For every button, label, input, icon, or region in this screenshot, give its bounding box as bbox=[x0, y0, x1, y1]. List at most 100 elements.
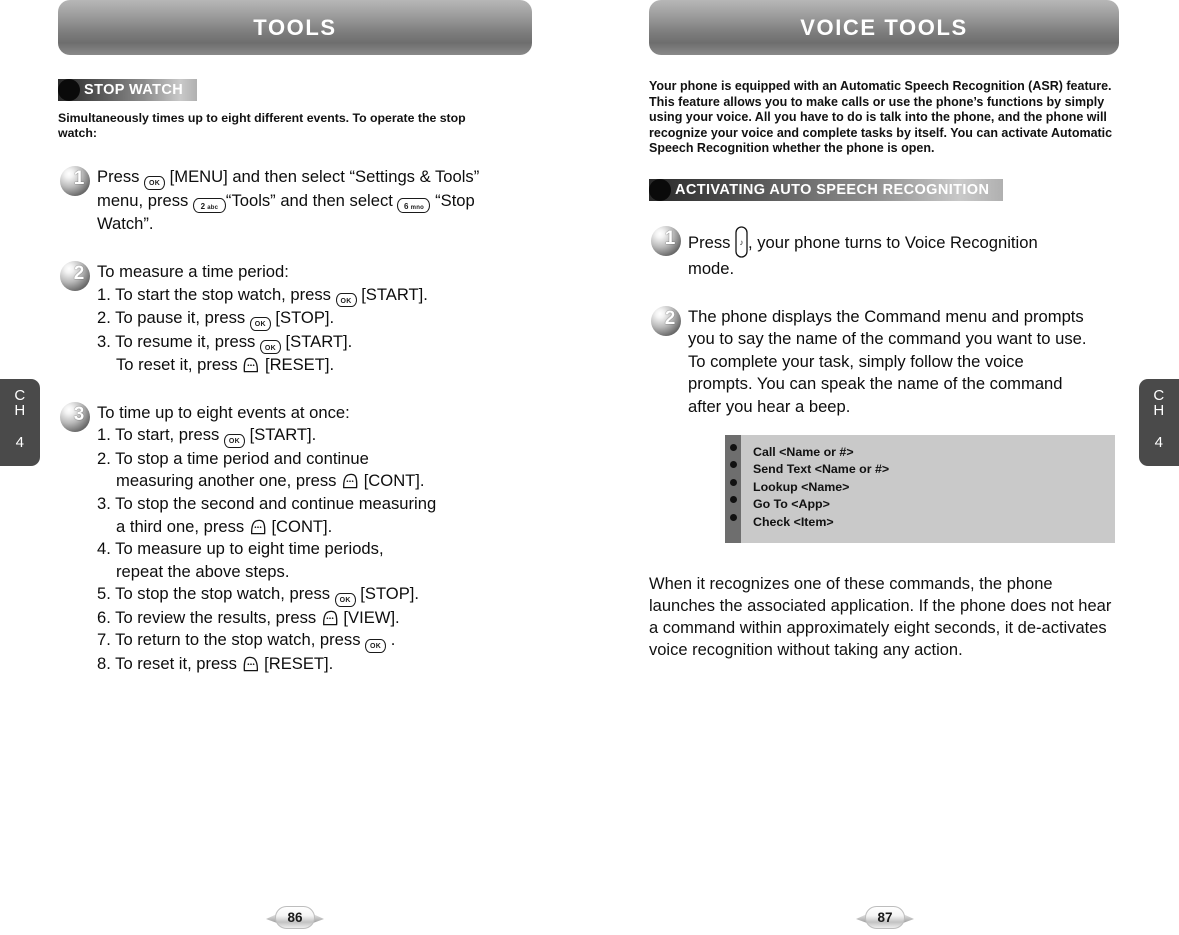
key-6-mno-icon: 6 mno bbox=[397, 198, 431, 214]
voice-step-1-badge: 1 bbox=[649, 224, 682, 257]
step-3-item-10: 7. To return to the stop watch, press OK… bbox=[97, 629, 517, 653]
bullet-dot-icon bbox=[729, 496, 737, 504]
step-3-item-7: repeat the above steps. bbox=[116, 561, 290, 581]
step-2-item-4: To reset it, press [RESET]. bbox=[97, 354, 517, 377]
voice-command-item: Call <Name or #> bbox=[753, 444, 854, 459]
key-2-abc-icon: 2 abc bbox=[192, 198, 226, 214]
ok-key-icon: OK bbox=[334, 592, 356, 607]
step-3-item-3: measuring another one, press [CONT]. bbox=[97, 470, 517, 493]
step-3-item-1-post: [START]. bbox=[244, 425, 317, 445]
step-2-item-3: 3. To resume it, press OK [START]. bbox=[97, 331, 517, 355]
step-3-item-5: a third one, press [CONT]. bbox=[97, 516, 517, 539]
step-2-item-4-pre: To reset it, press bbox=[116, 355, 243, 375]
chapter-tab-left-h: H bbox=[14, 402, 26, 419]
bullet-dot-icon bbox=[729, 461, 737, 469]
step-2-item-1-pre: 1. To start the stop watch, press bbox=[97, 284, 336, 304]
step-3-item-8: 5. To stop the stop watch, press OK [STO… bbox=[97, 583, 517, 607]
step-2: 2 To measure a time period: 1. To start … bbox=[58, 258, 588, 377]
step-3-item-9: 6. To review the results, press [VIEW]. bbox=[97, 607, 517, 630]
left-page-title: TOOLS bbox=[253, 14, 337, 40]
step-1-badge: 1 bbox=[58, 164, 91, 197]
soft-key-left-icon bbox=[341, 473, 359, 490]
step-2-item-3-post: [START]. bbox=[280, 331, 353, 351]
voice-step-1-number: 1 bbox=[664, 227, 676, 249]
step-2-item-2: 2. To pause it, press OK [STOP]. bbox=[97, 307, 517, 331]
asr-section-header: ACTIVATING AUTO SPEECH RECOGNITION bbox=[649, 178, 1004, 201]
step-1: 1 Press OK [MENU] and then select “Setti… bbox=[58, 163, 588, 236]
voice-command-items: Call <Name or #> Send Text <Name or #> L… bbox=[741, 435, 1115, 544]
step-3-number: 3 bbox=[73, 403, 85, 425]
step-3-item-8-post: [STOP]. bbox=[355, 584, 419, 604]
step-3-item-8-pre: 5. To stop the stop watch, press bbox=[97, 584, 335, 604]
voice-step-1-pre: Press bbox=[688, 232, 736, 252]
voice-side-key-icon: ♪ bbox=[735, 226, 748, 258]
ok-key-icon: OK bbox=[259, 340, 281, 355]
voice-command-bullet-rail bbox=[725, 434, 741, 544]
step-3-item-5-post: [CONT]. bbox=[266, 516, 333, 536]
ok-key-icon: OK bbox=[335, 293, 357, 308]
step-2-title: To measure a time period: bbox=[97, 262, 289, 281]
ok-key-icon: OK bbox=[249, 316, 271, 331]
page-number-left: 86 bbox=[266, 905, 324, 929]
step-1-text-a: Press bbox=[97, 167, 145, 187]
bullet-circle-icon bbox=[649, 178, 671, 201]
page-number-left-value: 86 bbox=[275, 905, 315, 929]
step-3-item-4: 3. To stop the second and continue measu… bbox=[97, 493, 437, 513]
soft-key-left-icon bbox=[249, 519, 267, 536]
voice-command-item: Send Text <Name or #> bbox=[753, 462, 890, 477]
ok-key-icon: OK bbox=[365, 638, 387, 653]
chapter-tab-right-number: 4 bbox=[1154, 434, 1164, 451]
voice-step-2-body: The phone displays the Command menu and … bbox=[688, 306, 1087, 416]
stop-watch-section-header: STOP WATCH bbox=[58, 79, 198, 101]
step-3-item-1-pre: 1. To start, press bbox=[97, 425, 224, 445]
step-2-body: To measure a time period: 1. To start th… bbox=[97, 258, 517, 377]
bullet-dot-icon bbox=[729, 443, 737, 451]
step-3-body: To time up to eight events at once: 1. T… bbox=[97, 399, 517, 676]
step-3-item-6: 4. To measure up to eight time periods, bbox=[97, 539, 384, 559]
soft-key-right-icon bbox=[242, 357, 260, 374]
step-3-item-2: 2. To stop a time period and continue bbox=[97, 448, 369, 468]
step-3-item-3-pre: measuring another one, press bbox=[116, 471, 342, 491]
step-1-text-c: “Tools” and then select bbox=[225, 190, 398, 210]
page-number-right: 87 bbox=[856, 905, 914, 929]
step-3-item-11-post: [RESET]. bbox=[259, 653, 334, 673]
step-2-item-1-post: [START]. bbox=[356, 284, 428, 304]
voice-step-1: 1 Press ♪, your phone turns to Voice Rec… bbox=[649, 223, 1119, 281]
step-2-item-1: 1. To start the stop watch, press OK [ST… bbox=[97, 284, 517, 308]
chapter-tab-right-h: H bbox=[1153, 402, 1165, 419]
chapter-tab-left-c: C bbox=[14, 387, 26, 404]
chapter-tab-right-c: C bbox=[1153, 387, 1165, 404]
voice-step-2-badge: 2 bbox=[649, 304, 682, 337]
voice-command-list-box: Call <Name or #> Send Text <Name or #> L… bbox=[725, 434, 1115, 544]
soft-key-right-icon bbox=[242, 656, 260, 673]
left-page: TOOLS STOP WATCH Simultaneously times up… bbox=[58, 0, 588, 935]
key-6-letters: mno bbox=[410, 204, 424, 211]
key-2-digit: 2 bbox=[200, 201, 206, 211]
step-3-item-3-post: [CONT]. bbox=[359, 471, 425, 491]
voice-command-item: Go To <App> bbox=[753, 497, 830, 512]
voice-tools-closing-text: When it recognizes one of these commands… bbox=[649, 575, 1112, 660]
step-2-item-4-post: [RESET]. bbox=[260, 355, 335, 375]
step-2-badge: 2 bbox=[58, 259, 91, 292]
step-3-title: To time up to eight events at once: bbox=[97, 402, 350, 422]
chapter-tab-left: C H 4 bbox=[0, 379, 40, 466]
manual-page-spread: C H 4 C H 4 TOOLS STOP WATCH Simultaneou… bbox=[0, 0, 1179, 935]
step-3-item-10-pre: 7. To return to the stop watch, press bbox=[97, 630, 366, 650]
step-2-item-2-pre: 2. To pause it, press bbox=[97, 308, 250, 328]
right-page-title: VOICE TOOLS bbox=[800, 14, 968, 40]
step-3: 3 To time up to eight events at once: 1.… bbox=[58, 399, 588, 676]
step-2-item-3-pre: 3. To resume it, press bbox=[97, 331, 260, 351]
step-3-item-11-pre: 8. To reset it, press bbox=[97, 653, 242, 673]
key-2-letters: abc bbox=[207, 204, 219, 211]
chapter-tab-right: C H 4 bbox=[1139, 379, 1179, 466]
voice-step-2-number: 2 bbox=[664, 307, 676, 329]
voice-tools-intro-text: Your phone is equipped with an Automatic… bbox=[649, 79, 1113, 156]
step-3-item-9-pre: 6. To review the results, press bbox=[97, 607, 321, 627]
step-3-item-5-pre: a third one, press bbox=[116, 516, 249, 536]
voice-command-item: Check <Item> bbox=[753, 514, 834, 529]
voice-command-item: Lookup <Name> bbox=[753, 479, 850, 494]
bullet-circle-icon bbox=[58, 79, 80, 101]
stop-watch-lead-text: Simultaneously times up to eight differe… bbox=[58, 111, 466, 141]
step-2-item-2-post: [STOP]. bbox=[270, 308, 335, 328]
bullet-dot-icon bbox=[729, 478, 737, 486]
